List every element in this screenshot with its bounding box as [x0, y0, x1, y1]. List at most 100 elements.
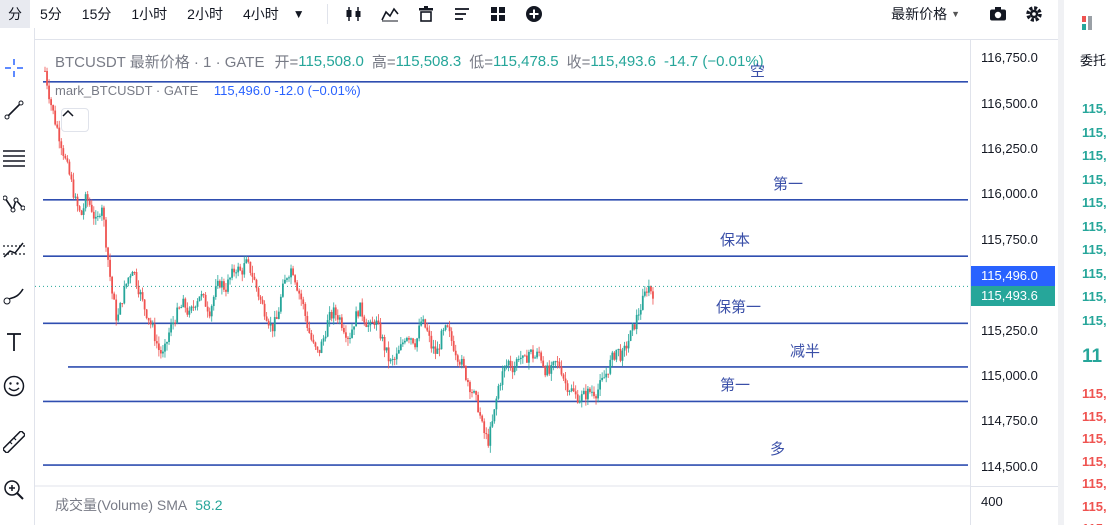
- orderbook-row[interactable]: 115,: [1082, 476, 1107, 491]
- ruler-icon[interactable]: [0, 428, 28, 456]
- trash-icon[interactable]: [416, 4, 436, 24]
- orderbook-row[interactable]: 115,: [1082, 313, 1107, 328]
- orderbook-row[interactable]: 115,: [1082, 125, 1107, 140]
- candle-body: [208, 311, 211, 317]
- symbol-title[interactable]: BTCUSDT 最新价格 · 1 · GATE: [55, 51, 264, 72]
- orderbook-row[interactable]: 115,: [1082, 386, 1107, 401]
- candle-body: [448, 326, 451, 332]
- settings-gear-icon[interactable]: [1024, 4, 1044, 24]
- candle-body: [227, 279, 229, 292]
- candle-body: [442, 329, 445, 331]
- price-chart[interactable]: [35, 40, 970, 525]
- timeframe-2h[interactable]: 2小时: [177, 0, 233, 28]
- level-label[interactable]: 第一: [773, 173, 803, 194]
- candle-body: [595, 396, 597, 399]
- candle-body: [121, 303, 124, 305]
- candle-body: [186, 307, 189, 315]
- orderbook-row[interactable]: 115,: [1082, 431, 1107, 446]
- orderbook-row[interactable]: 115,: [1082, 409, 1107, 424]
- brush-icon[interactable]: [0, 282, 28, 310]
- timeframe-1h[interactable]: 1小时: [121, 0, 177, 28]
- orderbook-row[interactable]: 115,: [1082, 521, 1107, 525]
- candle-body: [485, 433, 488, 435]
- orderbook-row[interactable]: 115,: [1082, 172, 1107, 187]
- candle-body: [591, 391, 593, 393]
- candle-body: [650, 286, 652, 292]
- timeframe-4h[interactable]: 4小时: [233, 0, 289, 28]
- candle-type-icon[interactable]: [344, 4, 364, 24]
- pattern-tool-icon[interactable]: [0, 190, 28, 218]
- candle-body: [235, 272, 238, 274]
- candle-body: [336, 315, 339, 320]
- zoom-in-icon[interactable]: [0, 476, 28, 504]
- collapse-legend-button[interactable]: [61, 108, 89, 132]
- price-type-caret-icon[interactable]: ▼: [951, 9, 960, 19]
- candle-body: [131, 272, 134, 276]
- price-axis[interactable]: 116,750.0 116,500.0 116,250.0 116,000.0 115,…: [970, 40, 1059, 525]
- orderbook-row[interactable]: 115,: [1082, 219, 1107, 234]
- timeframe-1m[interactable]: 分: [0, 0, 30, 28]
- forecast-tool-icon[interactable]: [0, 236, 28, 264]
- level-label[interactable]: 减半: [790, 340, 820, 361]
- chart-pane[interactable]: BTCUSDT 最新价格 · 1 · GATE 开= 115,508.0 高= 11…: [35, 40, 970, 525]
- candle-body: [263, 303, 266, 317]
- indicators-icon[interactable]: [380, 4, 400, 24]
- candle-body: [343, 328, 345, 333]
- candle-body: [62, 148, 65, 156]
- layout-grid-icon[interactable]: [488, 4, 508, 24]
- candle-body: [239, 266, 242, 271]
- add-circle-icon[interactable]: [524, 4, 544, 24]
- timeframe-dropdown-icon[interactable]: ▼: [293, 7, 305, 21]
- orderbook-row[interactable]: 115,: [1082, 289, 1107, 304]
- orderbook-layout-icon[interactable]: [1082, 16, 1092, 30]
- candle-body: [129, 275, 132, 278]
- crosshair-icon[interactable]: [0, 54, 28, 82]
- orderbook-row[interactable]: 115,: [1082, 148, 1107, 163]
- timeframe-5m[interactable]: 5分: [30, 0, 72, 28]
- orderbook-row[interactable]: 115,: [1082, 454, 1107, 469]
- candle-body: [202, 294, 205, 296]
- candle-body: [286, 278, 288, 280]
- level-label[interactable]: 第一: [720, 374, 750, 395]
- candle-body: [153, 324, 156, 342]
- orderbook-row[interactable]: 115,: [1082, 499, 1107, 514]
- drawing-list-icon[interactable]: [452, 4, 472, 24]
- candle-body: [107, 247, 109, 260]
- timeframe-15m[interactable]: 15分: [72, 0, 122, 28]
- orderbook-row[interactable]: 115,: [1082, 195, 1107, 210]
- text-tool-icon[interactable]: [0, 328, 28, 356]
- candle-body: [277, 311, 280, 319]
- candle-body: [74, 196, 77, 198]
- camera-icon[interactable]: [988, 4, 1008, 24]
- candle-body: [50, 99, 52, 106]
- orderbook-title[interactable]: 委托: [1080, 50, 1106, 69]
- candle-body: [351, 329, 353, 338]
- level-label[interactable]: 空: [750, 60, 765, 81]
- trend-line-icon[interactable]: [0, 96, 28, 124]
- candle-body: [198, 296, 201, 302]
- candle-body: [473, 391, 475, 393]
- candle-body: [625, 345, 628, 349]
- fib-lines-icon[interactable]: [0, 144, 28, 172]
- candle-body: [599, 380, 601, 390]
- candle-body: [221, 281, 223, 288]
- level-label[interactable]: 保本: [720, 229, 750, 250]
- orderbook-row[interactable]: 115,: [1082, 242, 1107, 257]
- candle-body: [298, 290, 301, 294]
- price-tick-label: 116,750.0: [981, 50, 1038, 66]
- price-type-select[interactable]: 最新价格: [891, 4, 947, 24]
- candle-body: [393, 358, 396, 360]
- candle-body: [184, 298, 187, 308]
- candle-body: [233, 268, 235, 273]
- level-label[interactable]: 保第一: [716, 296, 761, 317]
- candle-body: [509, 360, 512, 367]
- emoji-icon[interactable]: [0, 372, 28, 400]
- orderbook-row[interactable]: 115,: [1082, 101, 1107, 116]
- candle-body: [566, 383, 569, 392]
- candle-body: [511, 366, 514, 373]
- orderbook-row[interactable]: 115,: [1082, 266, 1107, 281]
- candle-body: [540, 352, 543, 361]
- mark-symbol[interactable]: mark_BTCUSDT · GATE: [55, 83, 198, 98]
- candle-body: [385, 347, 388, 351]
- level-label[interactable]: 多: [770, 438, 785, 459]
